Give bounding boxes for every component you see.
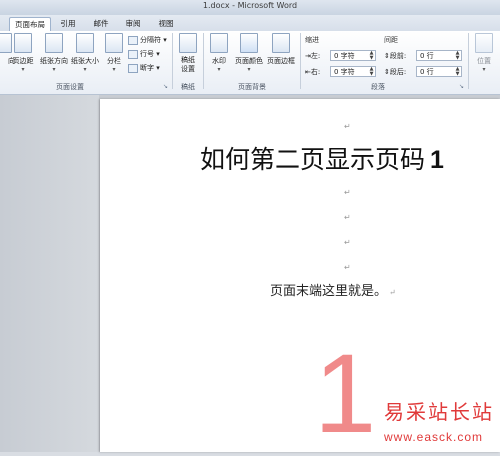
paragraph-mark: ↵ <box>344 213 351 222</box>
paragraph-mark: ↵ <box>344 263 351 272</box>
tab-page-layout[interactable]: 页面布局 <box>9 17 51 32</box>
orientation-icon <box>45 33 63 53</box>
paragraph-mark: ↵ <box>344 238 351 247</box>
indent-left-label: ⇥左: <box>305 52 321 60</box>
spacing-after-label: ⇕段后: <box>384 68 407 76</box>
group-divider <box>203 33 204 89</box>
chevron-down-icon: ▾ <box>83 66 87 73</box>
breaks-button[interactable]: 分隔符 ▾ <box>128 35 167 45</box>
spacing-before-label: ⇕段前: <box>384 52 407 60</box>
watermark-icon <box>210 33 228 53</box>
group-divider <box>172 33 173 89</box>
orientation-label: 纸张方向 <box>40 57 68 65</box>
page-borders-icon <box>272 33 290 53</box>
page-borders-label: 页面边框 <box>267 57 295 65</box>
left-margin-area <box>0 95 99 452</box>
heading-text: 如何第二页显示页码 <box>200 145 426 174</box>
chevron-down-icon: ▾ <box>217 66 221 73</box>
spinner-arrows-icon[interactable]: ▲ ▼ <box>368 51 375 61</box>
tab-mailings[interactable]: 邮件 <box>88 17 114 31</box>
position-label: 位置 <box>477 57 491 65</box>
paragraph-mark: ↵ <box>344 188 351 197</box>
watermark-label: 水印 <box>212 57 226 65</box>
heading-number: 1 <box>430 146 444 174</box>
page-number: 1 <box>314 331 377 456</box>
page-background-group-label: 页面背景 <box>238 83 266 91</box>
chevron-down-icon: ▾ <box>482 66 486 73</box>
breaks-label: 分隔符 <box>140 36 161 44</box>
group-divider <box>300 33 301 89</box>
tab-review[interactable]: 审阅 <box>120 17 146 31</box>
spinner-arrows-icon[interactable]: ▲ ▼ <box>454 51 461 61</box>
paper-size-button[interactable]: 纸张大小 ▾ <box>69 33 101 73</box>
chevron-down-icon: ▾ <box>112 66 116 73</box>
position-button[interactable]: 位置 ▾ <box>472 33 496 73</box>
paragraph-mark: ↵ <box>344 122 351 131</box>
indent-left-field[interactable]: 0 字符 ▲ ▼ <box>330 50 376 61</box>
columns-label: 分栏 <box>107 57 121 65</box>
columns-button[interactable]: 分栏 ▾ <box>102 33 126 73</box>
watermark-site-name: 易采站长站 <box>384 400 494 424</box>
chevron-down-icon: ▾ <box>247 66 251 73</box>
page-color-icon <box>240 33 258 53</box>
watermark-site-url: www.easck.com <box>384 430 484 444</box>
window-title: 1.docx - Microsoft Word <box>202 1 298 10</box>
columns-icon <box>105 33 123 53</box>
tab-references[interactable]: 引用 <box>55 17 81 31</box>
margins-label: 页边距 <box>12 57 34 65</box>
document-body-text[interactable]: 页面末端这里就是。 ↵ <box>270 280 396 299</box>
paragraph-mark: ↵ <box>389 288 396 297</box>
paragraph-group-label: 段落 <box>371 83 385 91</box>
ribbon-tab-row: 页面布局 引用 邮件 审阅 视图 <box>0 15 500 32</box>
spacing-title: 间距 <box>384 36 398 44</box>
paper-size-icon <box>76 33 94 53</box>
document-heading[interactable]: 如何第二页显示页码 1 <box>200 140 444 176</box>
hyphenation-label: 断字 <box>140 64 154 72</box>
page-setup-group-label: 页面设置 <box>56 83 84 91</box>
indent-right-label: ⇤右: <box>305 68 321 76</box>
orientation-button[interactable]: 纸张方向 ▾ <box>38 33 70 73</box>
spinner-arrows-icon[interactable]: ▲ ▼ <box>368 67 375 77</box>
watermark-button[interactable]: 水印 ▾ <box>207 33 231 73</box>
tab-view[interactable]: 视图 <box>153 17 179 31</box>
hyphenation-button[interactable]: 断字 ▾ <box>128 63 160 73</box>
line-numbers-button[interactable]: 行号 ▾ <box>128 49 160 59</box>
spinner-arrows-icon[interactable]: ▲ ▼ <box>454 67 461 77</box>
page-color-button[interactable]: 页面颜色 ▾ <box>234 33 264 73</box>
page-setup-launcher-icon[interactable]: ↘ <box>163 83 168 90</box>
page-borders-button[interactable]: 页面边框 <box>266 33 296 66</box>
margins-button[interactable]: 页边距 ▾ <box>11 33 35 73</box>
group-divider <box>468 33 469 89</box>
spacing-after-field[interactable]: 0 行 ▲ ▼ <box>416 66 462 77</box>
title-bar: 1.docx - Microsoft Word <box>0 0 500 15</box>
indent-title: 缩进 <box>305 36 319 44</box>
paper-size-label: 纸张大小 <box>71 57 99 65</box>
line-numbers-label: 行号 <box>140 50 154 58</box>
line-numbers-icon <box>128 49 138 59</box>
chevron-down-icon: ▾ <box>21 66 25 73</box>
manuscript-icon <box>179 33 197 53</box>
ribbon: 向 页边距 ▾ 纸张方向 ▾ 纸张大小 ▾ 分栏 ▾ 分隔符 ▾ 行号 ▾ 断字… <box>0 31 500 95</box>
chevron-down-icon: ▾ <box>52 66 56 73</box>
hyphenation-icon <box>128 63 138 73</box>
manuscript-settings-button[interactable]: 稿纸设置 <box>176 33 200 74</box>
manuscript-label: 稿纸设置 <box>181 56 195 73</box>
page-color-label: 页面颜色 <box>235 57 263 65</box>
spacing-before-field[interactable]: 0 行 ▲ ▼ <box>416 50 462 61</box>
manuscript-group-label: 稿纸 <box>181 83 195 91</box>
breaks-icon <box>128 35 138 45</box>
position-icon <box>475 33 493 53</box>
margins-icon <box>14 33 32 53</box>
indent-right-field[interactable]: 0 字符 ▲ ▼ <box>330 66 376 77</box>
paragraph-launcher-icon[interactable]: ↘ <box>459 83 464 90</box>
